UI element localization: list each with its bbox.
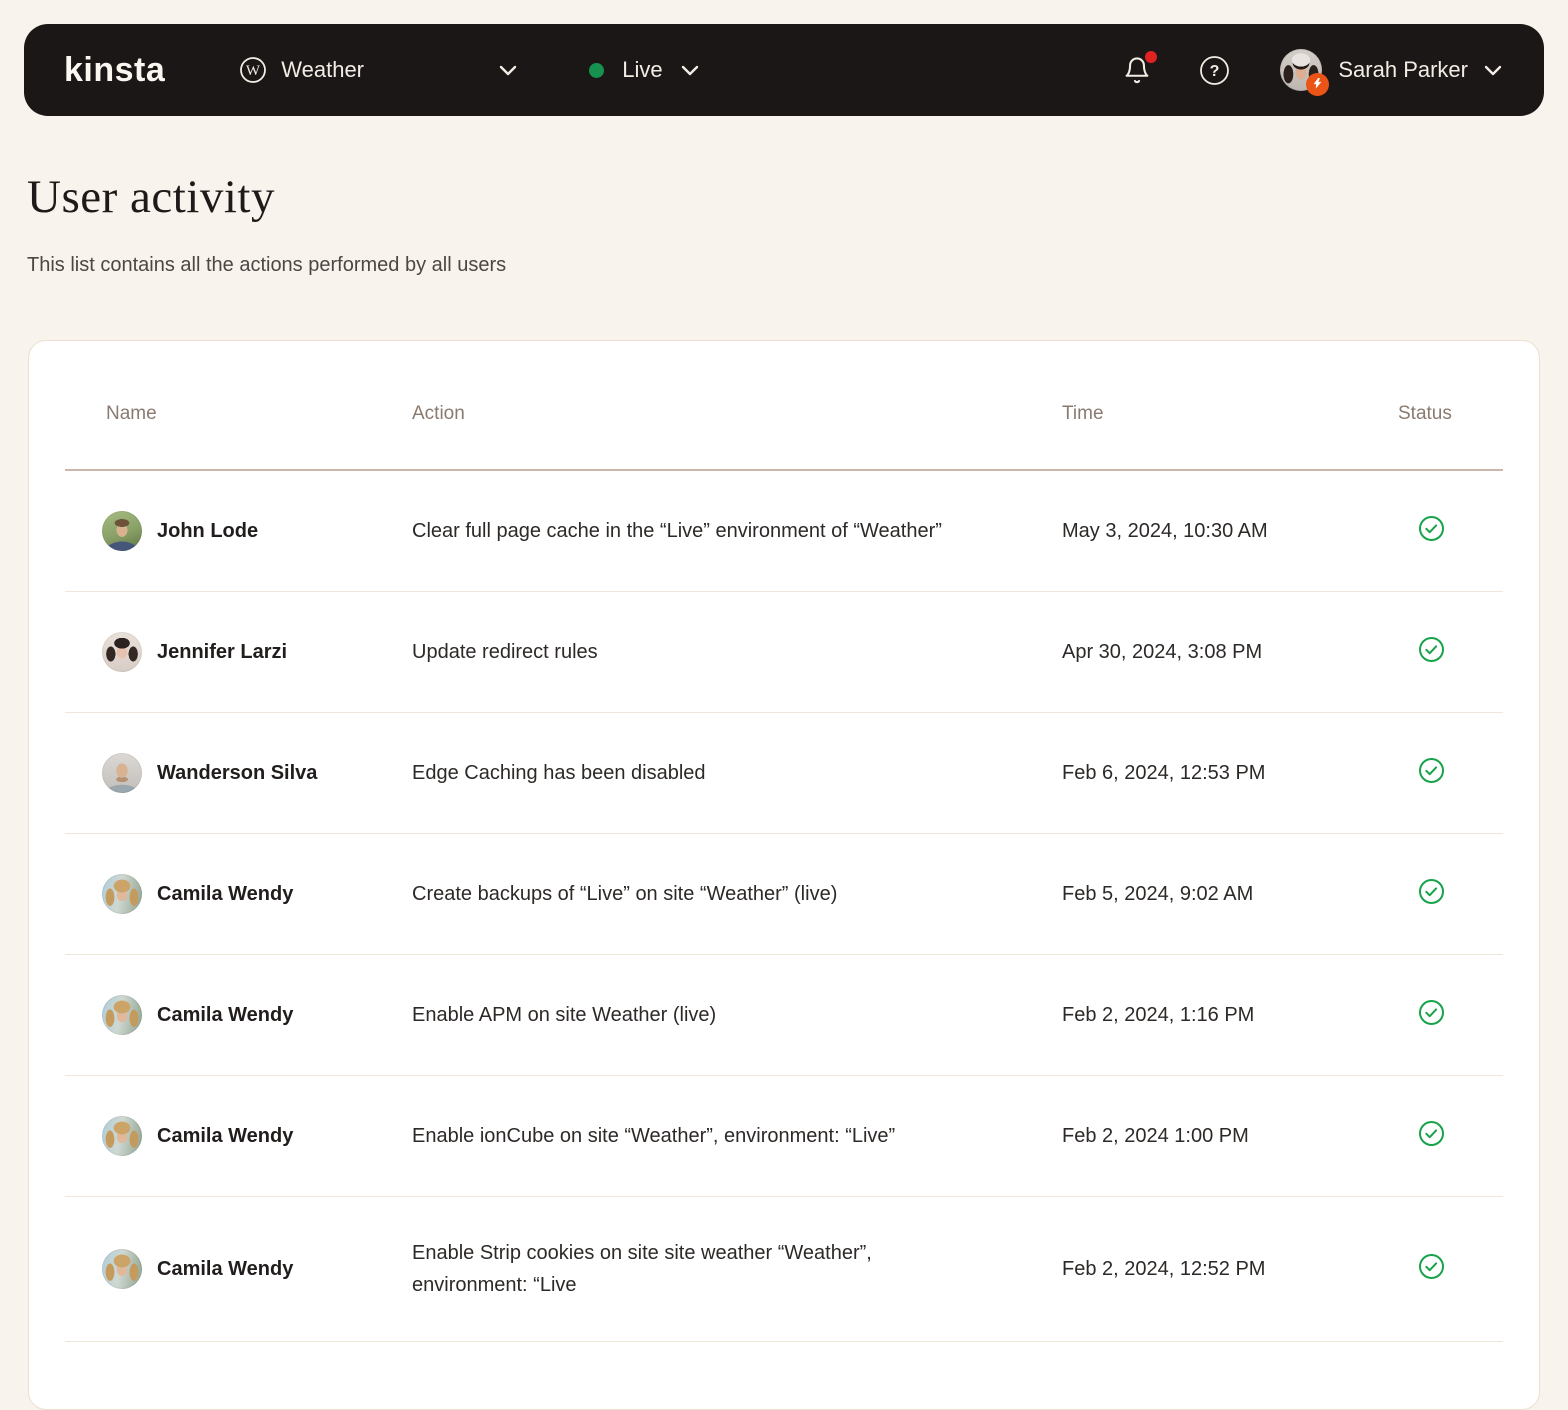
table-row: Wanderson Silva Edge Caching has been di…	[65, 713, 1503, 834]
check-circle-icon	[1417, 998, 1446, 1027]
avatar	[102, 1116, 142, 1156]
table-row: Camila Wendy Enable Strip cookies on sit…	[65, 1197, 1503, 1342]
column-header-name: Name	[106, 403, 157, 424]
user-name: John Lode	[157, 519, 259, 542]
table-row: Camila Wendy Enable APM on site Weather …	[65, 955, 1503, 1076]
check-circle-icon	[1417, 877, 1446, 906]
notifications-button[interactable]	[1123, 51, 1158, 85]
table-header-row: Name Action Time Status	[65, 341, 1503, 471]
chevron-down-icon	[1484, 65, 1502, 76]
user-name: Camila Wendy	[157, 882, 294, 905]
action-text: Enable ionCube on site “Weather”, enviro…	[412, 1125, 896, 1147]
time-text: Feb 2, 2024, 12:52 PM	[1062, 1257, 1266, 1280]
time-text: Feb 6, 2024, 12:53 PM	[1062, 761, 1266, 784]
action-text: Update redirect rules	[412, 641, 598, 663]
page-subtitle: This list contains all the actions perfo…	[27, 254, 507, 276]
user-name: Sarah Parker	[1338, 57, 1468, 82]
lightning-bolt-badge	[1306, 73, 1330, 96]
time-text: May 3, 2024, 10:30 AM	[1062, 519, 1268, 542]
action-text: Enable Strip cookies on site site weathe…	[412, 1242, 872, 1296]
table-row: Camila Wendy Enable ionCube on site “Wea…	[65, 1076, 1503, 1197]
unread-notification-dot	[1145, 51, 1158, 63]
avatar	[102, 995, 142, 1035]
column-header-time: Time	[1062, 403, 1104, 424]
action-text: Enable APM on site Weather (live)	[412, 1004, 717, 1026]
wordpress-icon: W	[239, 56, 267, 84]
avatar	[102, 753, 142, 793]
page-title: User activity	[27, 171, 275, 223]
user-name: Camila Wendy	[157, 1257, 294, 1280]
help-button[interactable]: ?	[1199, 55, 1230, 86]
avatar	[102, 632, 142, 672]
question-circle-icon: ?	[1200, 55, 1230, 85]
table-row: Camila Wendy Create backups of “Live” on…	[65, 834, 1503, 955]
time-text: Feb 2, 2024 1:00 PM	[1062, 1124, 1249, 1147]
environment-label: Live	[622, 57, 663, 82]
top-navbar: kinsta W Weather Live ? Sarah Parker	[24, 24, 1544, 116]
check-circle-icon	[1417, 1119, 1446, 1148]
user-name: Jennifer Larzi	[157, 640, 288, 663]
time-text: Feb 2, 2024, 1:16 PM	[1062, 1003, 1255, 1026]
svg-text:W: W	[246, 63, 261, 79]
svg-text:?: ?	[1210, 63, 1220, 80]
check-circle-icon	[1417, 635, 1446, 664]
environment-selector-dropdown[interactable]: Live	[589, 57, 698, 83]
column-header-status: Status	[1398, 403, 1452, 424]
avatar	[102, 874, 142, 914]
user-name: Camila Wendy	[157, 1124, 294, 1147]
live-status-dot	[589, 62, 605, 78]
avatar	[102, 1249, 142, 1289]
user-menu[interactable]: Sarah Parker	[1280, 49, 1502, 96]
check-circle-icon	[1417, 756, 1446, 785]
column-header-action: Action	[412, 403, 465, 424]
user-activity-card: Name Action Time Status John Lode Clear …	[28, 340, 1540, 1410]
user-name: Camila Wendy	[157, 1003, 294, 1026]
avatar	[102, 511, 142, 551]
table-row: Jennifer Larzi Update redirect rules Apr…	[65, 592, 1503, 713]
site-selector-dropdown[interactable]: W Weather	[239, 56, 517, 84]
user-name: Wanderson Silva	[157, 761, 318, 784]
kinsta-logo[interactable]: kinsta	[64, 51, 165, 90]
table-row: John Lode Clear full page cache in the “…	[65, 471, 1503, 592]
chevron-down-icon	[499, 65, 517, 76]
check-circle-icon	[1417, 514, 1446, 543]
site-selector-label: Weather	[281, 57, 365, 82]
time-text: Feb 5, 2024, 9:02 AM	[1062, 882, 1254, 905]
chevron-down-icon	[681, 65, 699, 76]
check-circle-icon	[1417, 1252, 1446, 1281]
action-text: Create backups of “Live” on site “Weathe…	[412, 883, 838, 905]
lightning-bolt-icon	[1314, 78, 1322, 89]
action-text: Edge Caching has been disabled	[412, 762, 706, 784]
action-text: Clear full page cache in the “Live” envi…	[412, 520, 942, 542]
time-text: Apr 30, 2024, 3:08 PM	[1062, 640, 1263, 663]
